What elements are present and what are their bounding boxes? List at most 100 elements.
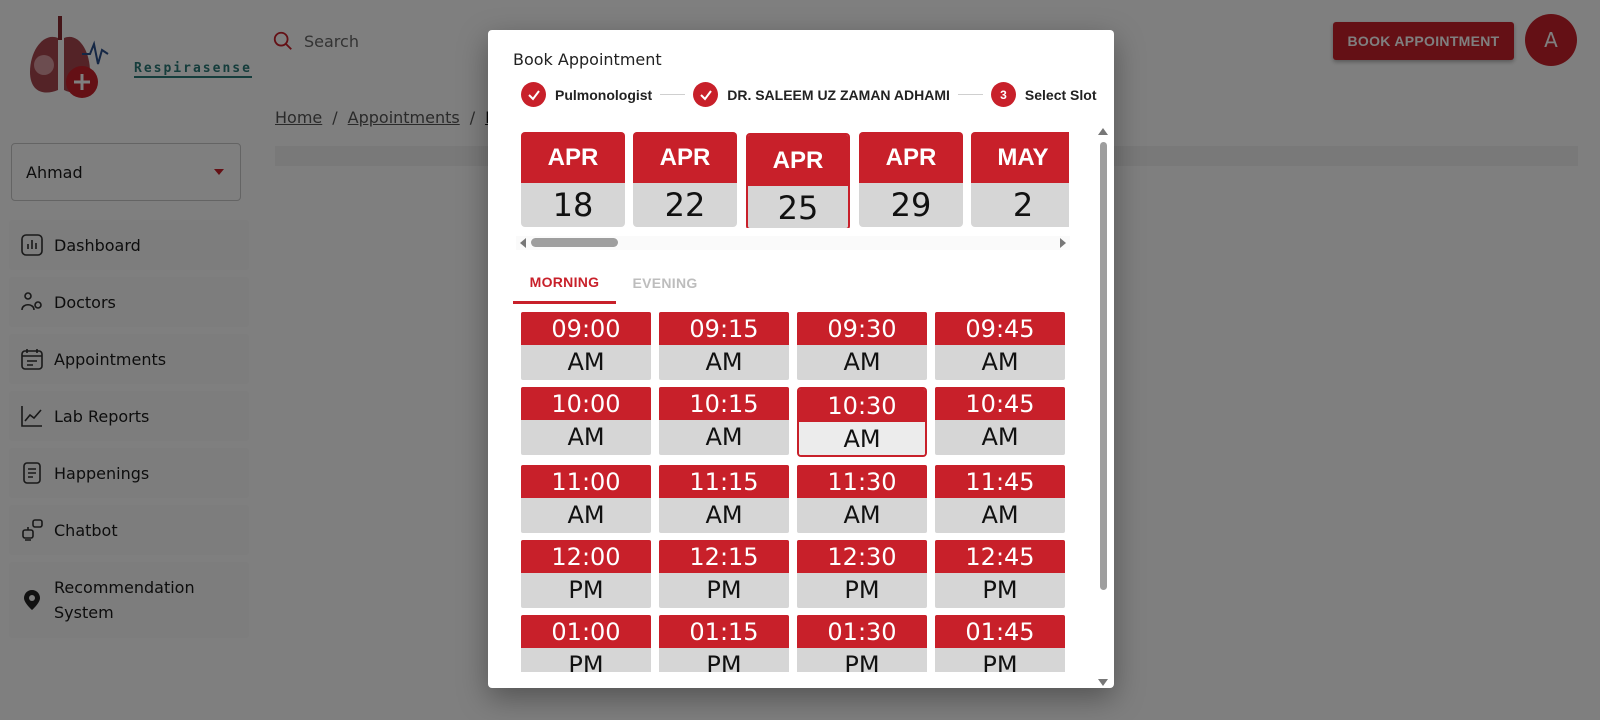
- date-month: APR: [859, 132, 963, 183]
- date-month: APR: [748, 135, 848, 186]
- date-card[interactable]: APR 18: [521, 132, 625, 227]
- slot-time: 10:45: [935, 387, 1065, 420]
- scroll-up-icon[interactable]: [1098, 128, 1108, 135]
- scroll-down-icon[interactable]: [1098, 679, 1108, 686]
- time-slot[interactable]: 10:00 AM: [521, 387, 651, 455]
- step-select-slot[interactable]: 3 Select Slot: [990, 82, 1097, 107]
- slot-time: 01:45: [935, 615, 1065, 648]
- slot-time: 09:15: [659, 312, 789, 345]
- slot-period: AM: [799, 422, 925, 455]
- time-slot[interactable]: 11:00 AM: [521, 465, 651, 533]
- time-slot-grid: 09:00 AM 09:15 AM 09:30 AM 09:45 AM 10:00 AM …: [521, 312, 1071, 672]
- slot-period: PM: [706, 651, 742, 672]
- date-card-selected[interactable]: APR 25: [746, 133, 850, 228]
- time-slot[interactable]: 10:45 AM: [935, 387, 1065, 455]
- slot-period: PM: [844, 576, 880, 604]
- slot-time: 12:15: [659, 540, 789, 573]
- slot-period: AM: [981, 423, 1019, 451]
- slot-period: PM: [568, 651, 604, 672]
- slot-time: 01:30: [797, 615, 927, 648]
- date-month: MAY: [971, 132, 1069, 183]
- slot-time: 09:30: [797, 312, 927, 345]
- slot-period: AM: [705, 348, 743, 376]
- modal-scrollbar[interactable]: [1094, 126, 1112, 688]
- slot-period: AM: [567, 501, 605, 529]
- slot-time: 11:15: [659, 465, 789, 498]
- tab-evening[interactable]: EVENING: [616, 262, 714, 304]
- slot-time: 11:30: [797, 465, 927, 498]
- time-slot[interactable]: 01:00 PM: [521, 615, 651, 672]
- step-number: 3: [990, 82, 1016, 107]
- slot-period: PM: [844, 651, 880, 672]
- slot-period: AM: [705, 423, 743, 451]
- slot-time: 12:00: [521, 540, 651, 573]
- time-slot[interactable]: 09:00 AM: [521, 312, 651, 380]
- time-slot[interactable]: 12:30 PM: [797, 540, 927, 608]
- slot-time: 09:00: [521, 312, 651, 345]
- slot-time: 10:15: [659, 387, 789, 420]
- slot-period: AM: [567, 423, 605, 451]
- slot-time: 09:45: [935, 312, 1065, 345]
- stepper: Pulmonologist DR. SALEEM UZ ZAMAN ADHAMI…: [521, 82, 1097, 107]
- scrollbar-thumb[interactable]: [1100, 142, 1107, 590]
- date-day: 29: [890, 186, 932, 224]
- slot-period: AM: [843, 348, 881, 376]
- date-month: APR: [633, 132, 737, 183]
- check-icon: [521, 82, 546, 107]
- slot-time: 10:00: [521, 387, 651, 420]
- step-pulmonologist[interactable]: Pulmonologist: [521, 82, 652, 107]
- step-doctor[interactable]: DR. SALEEM UZ ZAMAN ADHAMI: [693, 82, 950, 107]
- book-appointment-modal: Book Appointment Pulmonologist DR. SALEE…: [488, 30, 1114, 688]
- slot-time: 12:45: [935, 540, 1065, 573]
- scroll-left-icon[interactable]: [520, 238, 526, 248]
- time-slot[interactable]: 12:15 PM: [659, 540, 789, 608]
- step-label: Select Slot: [1024, 86, 1097, 103]
- slot-period: PM: [982, 651, 1018, 672]
- time-slot[interactable]: 12:45 PM: [935, 540, 1065, 608]
- step-label: Pulmonologist: [555, 86, 653, 103]
- date-month: APR: [521, 132, 625, 183]
- check-icon: [693, 82, 719, 107]
- slot-period: PM: [706, 576, 742, 604]
- slot-time: 10:30: [799, 389, 925, 422]
- slot-time: 12:30: [797, 540, 927, 573]
- slot-time: 11:00: [521, 465, 651, 498]
- slot-period: AM: [705, 501, 743, 529]
- time-slot[interactable]: 09:30 AM: [797, 312, 927, 380]
- date-day: 18: [552, 186, 594, 224]
- scrollbar-thumb[interactable]: [531, 238, 618, 247]
- step-connector: [660, 94, 686, 95]
- time-slot[interactable]: 01:30 PM: [797, 615, 927, 672]
- time-slot[interactable]: 01:15 PM: [659, 615, 789, 672]
- time-slot[interactable]: 11:45 AM: [935, 465, 1065, 533]
- slot-time: 01:00: [521, 615, 651, 648]
- slot-period: PM: [982, 576, 1018, 604]
- time-slot[interactable]: 01:45 PM: [935, 615, 1065, 672]
- slot-time: 01:15: [659, 615, 789, 648]
- date-carousel: APR 18 APR 22 APR 25 APR 29 MAY 2: [521, 132, 1069, 228]
- step-connector: [957, 94, 983, 95]
- slot-period: PM: [568, 576, 604, 604]
- time-slot[interactable]: 12:00 PM: [521, 540, 651, 608]
- scroll-right-icon[interactable]: [1060, 238, 1066, 248]
- time-slot[interactable]: 11:30 AM: [797, 465, 927, 533]
- time-slot[interactable]: 09:15 AM: [659, 312, 789, 380]
- date-card[interactable]: MAY 2: [971, 132, 1069, 227]
- date-day: 25: [777, 189, 819, 227]
- date-card[interactable]: APR 29: [859, 132, 963, 227]
- time-slot[interactable]: 10:15 AM: [659, 387, 789, 455]
- date-day: 22: [664, 186, 706, 224]
- date-day: 2: [1012, 186, 1034, 224]
- tab-morning[interactable]: MORNING: [513, 262, 616, 304]
- slot-period: AM: [843, 501, 881, 529]
- time-slot-selected[interactable]: 10:30 AM: [797, 387, 927, 457]
- slot-period: AM: [981, 348, 1019, 376]
- time-slot[interactable]: 11:15 AM: [659, 465, 789, 533]
- date-card[interactable]: APR 22: [633, 132, 737, 227]
- time-slot[interactable]: 09:45 AM: [935, 312, 1065, 380]
- slot-period: AM: [981, 501, 1019, 529]
- slot-period: AM: [567, 348, 605, 376]
- step-label: DR. SALEEM UZ ZAMAN ADHAMI: [727, 86, 950, 103]
- modal-title: Book Appointment: [513, 50, 662, 69]
- date-scrollbar[interactable]: [516, 236, 1070, 250]
